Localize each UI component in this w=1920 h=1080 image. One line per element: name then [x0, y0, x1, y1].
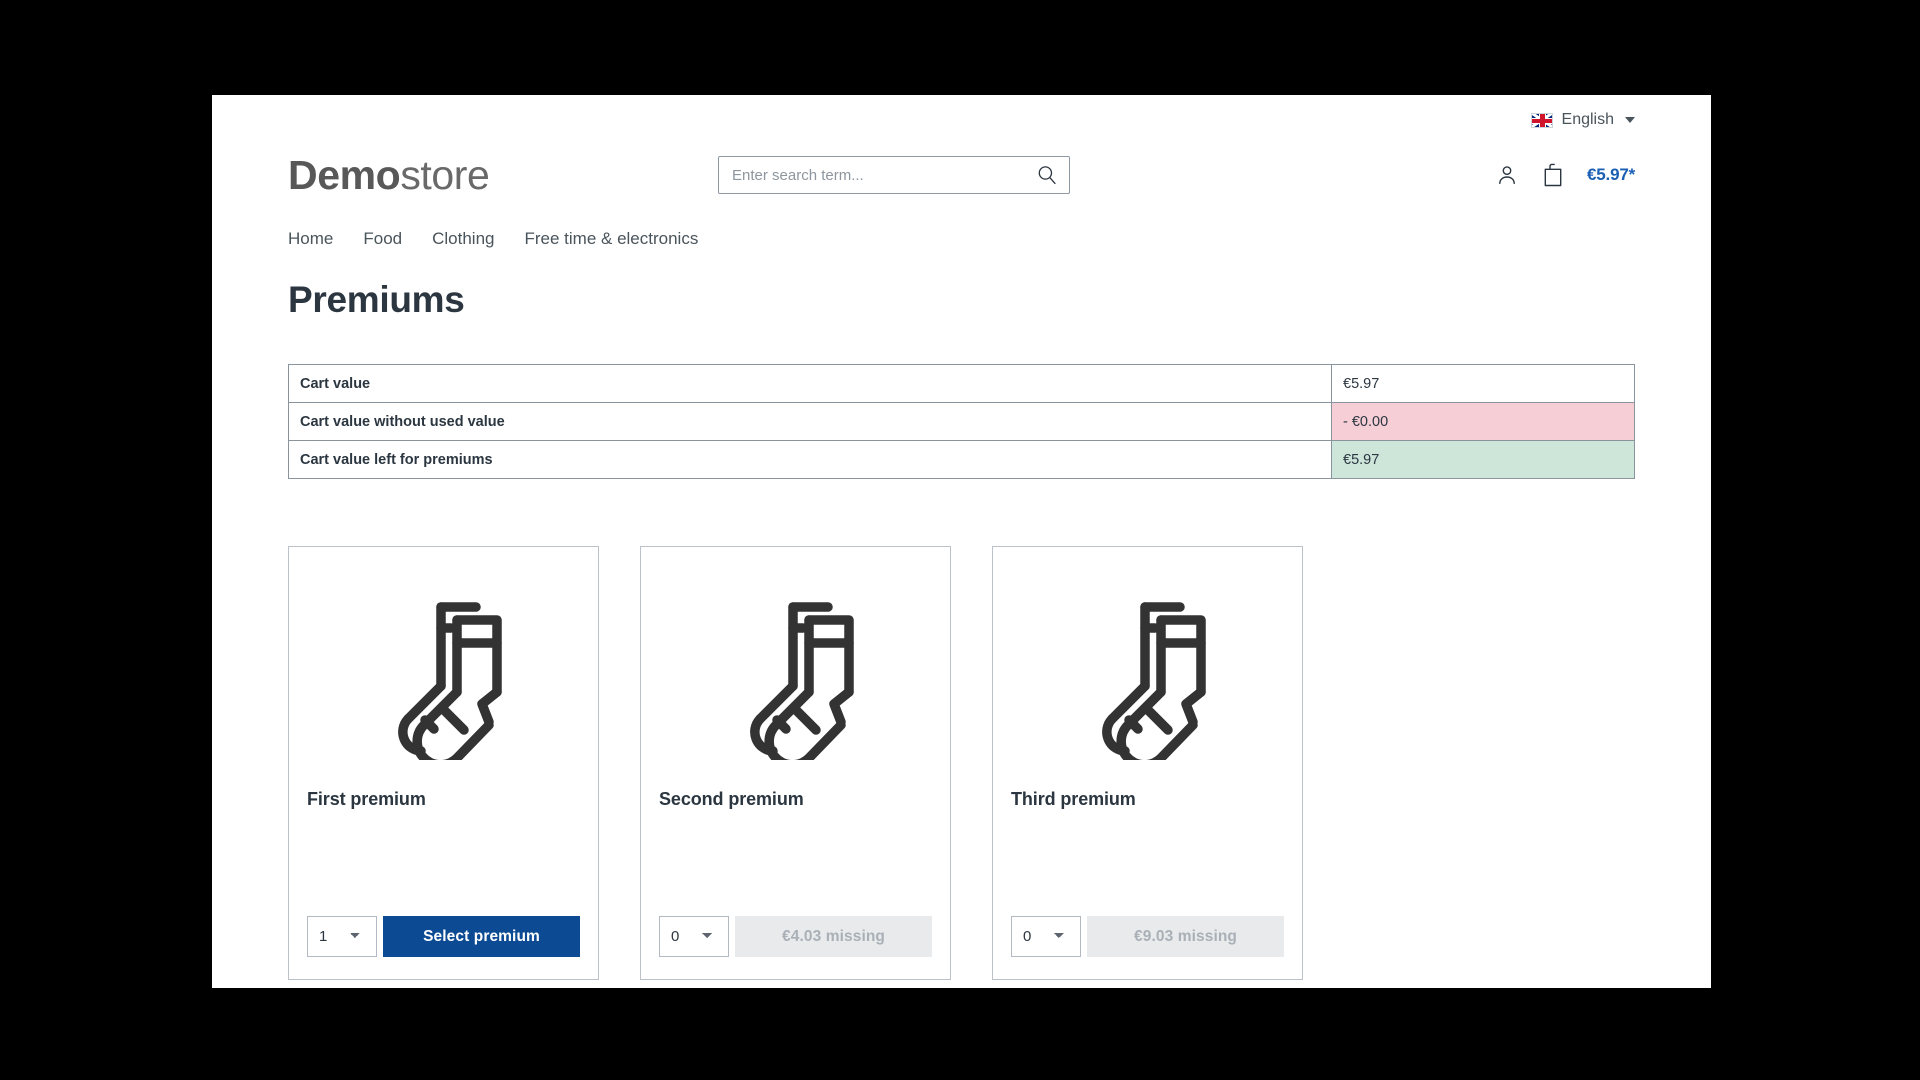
card-image-second — [641, 547, 950, 783]
uk-flag-icon — [1530, 112, 1553, 128]
card-title-second: Second premium — [659, 789, 804, 809]
search-button[interactable] — [1032, 156, 1062, 194]
premium-card-list: First premium 1 Select premium Second pr… — [288, 546, 1635, 980]
select-premium-button-first[interactable]: Select premium — [383, 916, 580, 957]
search-input[interactable] — [718, 156, 1070, 194]
row-label-cart-value-left: Cart value left for premiums — [288, 440, 1332, 479]
search-container — [718, 156, 1070, 194]
card-image-first — [289, 547, 598, 783]
main-navigation: Home Food Clothing Free time & electroni… — [212, 211, 1711, 257]
select-premium-button-second: €4.03 missing — [735, 916, 932, 957]
select-premium-button-third: €9.03 missing — [1087, 916, 1284, 957]
card-title-first: First premium — [307, 789, 426, 809]
quantity-select-first[interactable]: 1 — [307, 916, 377, 957]
nav-item-home[interactable]: Home — [288, 229, 333, 249]
socks-icon — [1101, 602, 1206, 760]
page-title: Premiums — [288, 279, 465, 320]
card-body-second: Second premium — [641, 783, 950, 916]
site-logo[interactable]: Demostore — [288, 151, 718, 198]
utility-bar: English — [212, 95, 1711, 139]
premium-card-second: Second premium 0 €4.03 missing — [640, 546, 951, 980]
main-content: Premiums Cart value €5.97 Cart value wit… — [212, 257, 1711, 980]
socks-icon — [749, 602, 854, 760]
card-body-first: First premium — [289, 783, 598, 916]
table-row: Cart value €5.97 — [288, 364, 1635, 403]
logo-bold-text: Demo — [288, 151, 401, 198]
account-button[interactable] — [1495, 163, 1519, 187]
socks-icon — [397, 602, 502, 760]
nav-item-clothing[interactable]: Clothing — [432, 229, 494, 249]
header-actions: €5.97* — [1495, 162, 1635, 188]
card-footer-first: 1 Select premium — [289, 916, 598, 979]
premium-card-third: Third premium 0 €9.03 missing — [992, 546, 1303, 980]
user-icon — [1499, 166, 1515, 185]
quantity-select-third[interactable]: 0 — [1011, 916, 1081, 957]
language-selector[interactable]: English — [1530, 106, 1635, 128]
table-row: Cart value left for premiums €5.97 — [288, 440, 1635, 479]
row-label-cart-value: Cart value — [288, 364, 1332, 403]
nav-item-food[interactable]: Food — [363, 229, 402, 249]
cart-summary-table: Cart value €5.97 Cart value without used… — [288, 364, 1635, 479]
language-label: English — [1561, 111, 1614, 128]
cart-button[interactable] — [1541, 162, 1565, 188]
card-body-third: Third premium — [993, 783, 1302, 916]
quantity-select-second[interactable]: 0 — [659, 916, 729, 957]
table-row: Cart value without used value - €0.00 — [288, 402, 1635, 441]
card-title-third: Third premium — [1011, 789, 1136, 809]
row-value-cart-value-left: €5.97 — [1331, 440, 1635, 479]
chevron-down-icon — [1625, 117, 1635, 123]
logo-light-text: store — [400, 151, 490, 198]
row-label-cart-value-without-used: Cart value without used value — [288, 402, 1332, 441]
nav-item-free-time-electronics[interactable]: Free time & electronics — [524, 229, 698, 249]
cart-total-amount[interactable]: €5.97* — [1587, 165, 1635, 185]
shopping-bag-icon — [1544, 163, 1562, 187]
premium-card-first: First premium 1 Select premium — [288, 546, 599, 980]
card-footer-third: 0 €9.03 missing — [993, 916, 1302, 979]
site-header: Demostore Enter search term... €5.97* — [212, 139, 1711, 211]
store-page: English Demostore Enter search term... €… — [212, 95, 1711, 988]
card-footer-second: 0 €4.03 missing — [641, 916, 950, 979]
row-value-cart-value: €5.97 — [1331, 364, 1635, 403]
screen: English Demostore Enter search term... €… — [0, 0, 1920, 1080]
row-value-cart-value-without-used: - €0.00 — [1331, 402, 1635, 441]
search-icon — [1038, 166, 1056, 185]
card-image-third — [993, 547, 1302, 783]
